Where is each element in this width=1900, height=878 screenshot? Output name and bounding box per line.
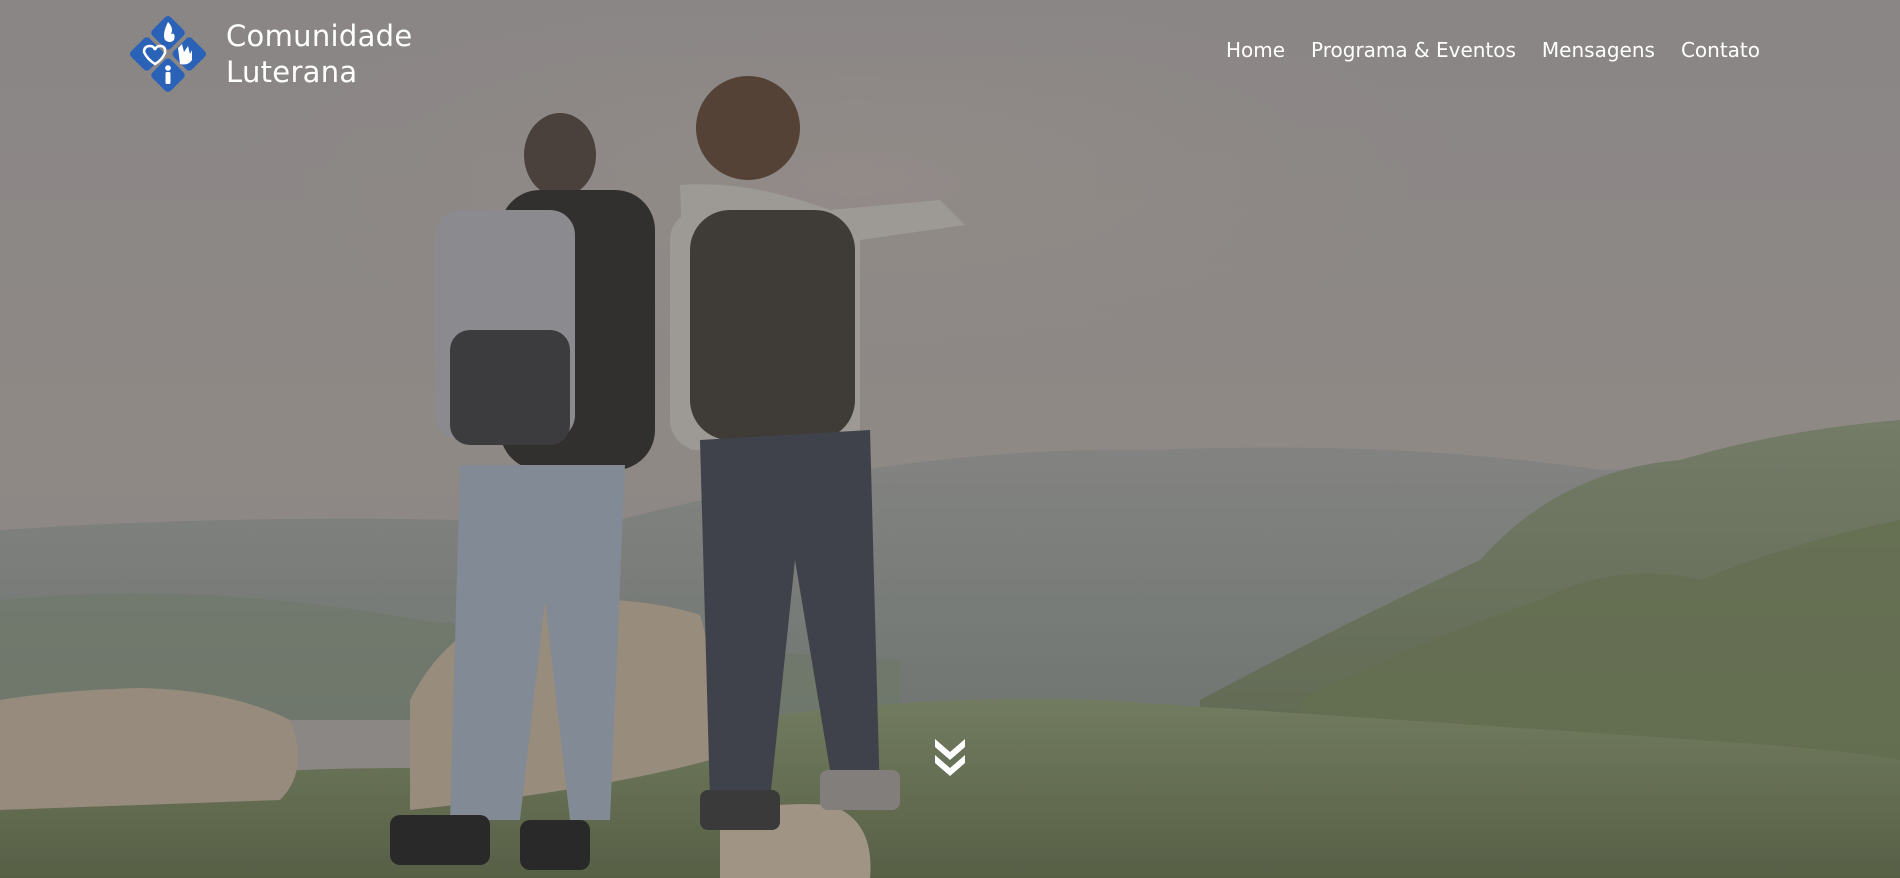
nav-contato[interactable]: Contato: [1681, 38, 1760, 62]
double-chevron-down-icon: [935, 739, 965, 776]
brand-line-1: Comunidade: [226, 19, 413, 53]
scroll-down-button[interactable]: [930, 735, 970, 779]
brand-line-2: Luterana: [226, 55, 358, 89]
main-navigation: Home Programa & Eventos Mensagens Contat…: [1226, 38, 1760, 62]
hero-section: Comunidade Luterana Home Programa & Even…: [0, 0, 1900, 878]
brand-home-link[interactable]: Comunidade Luterana: [122, 8, 413, 100]
nav-mensagens[interactable]: Mensagens: [1542, 38, 1655, 62]
nav-programa-eventos[interactable]: Programa & Eventos: [1311, 38, 1516, 62]
nav-home[interactable]: Home: [1226, 38, 1285, 62]
brand-name: Comunidade Luterana: [226, 18, 413, 90]
church-logo-icon: [130, 16, 206, 92]
site-header: Comunidade Luterana Home Programa & Even…: [0, 0, 1900, 110]
